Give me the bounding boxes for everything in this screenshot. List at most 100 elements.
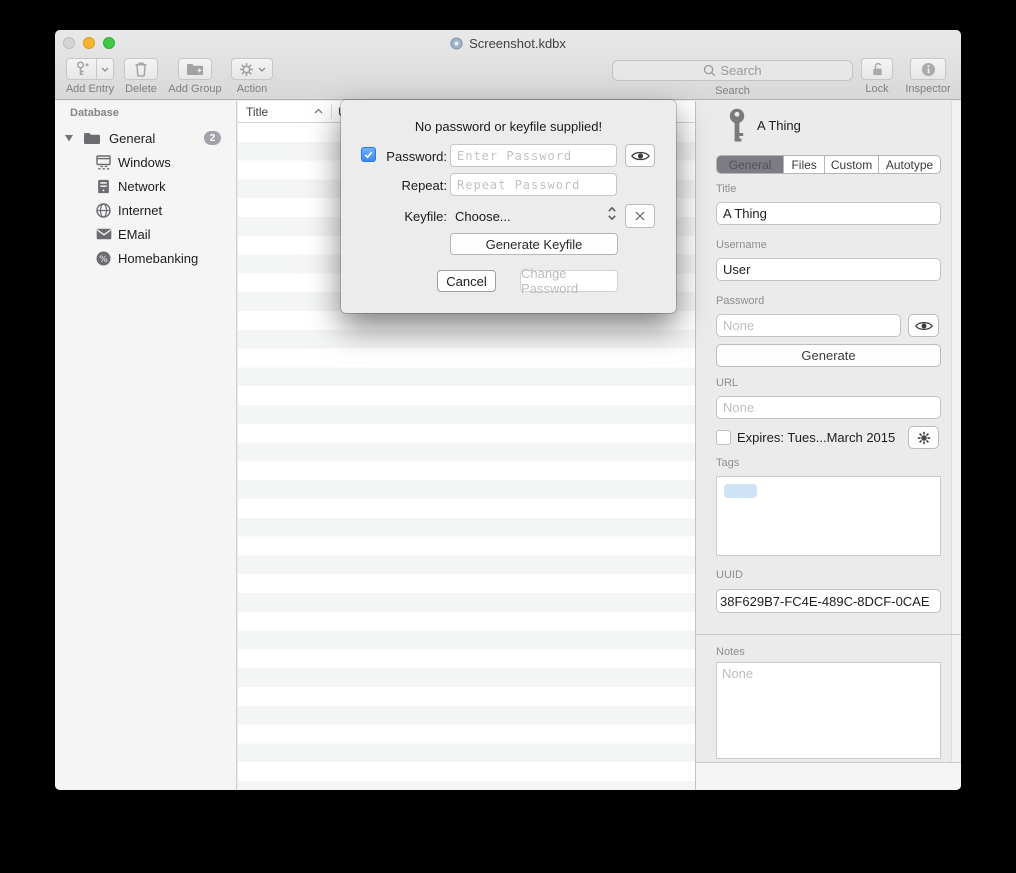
tab-general[interactable]: General [717, 156, 784, 173]
change-password-dialog: No password or keyfile supplied! Passwor… [341, 100, 676, 313]
username-field-label: Username [716, 239, 767, 251]
document-icon [450, 37, 463, 50]
gear-icon [917, 431, 931, 445]
dialog-keyfile-label: Keyfile: [371, 209, 447, 224]
add-group-button[interactable] [178, 58, 212, 80]
search-icon [703, 64, 716, 77]
svg-text:%: % [99, 254, 108, 264]
tags-label: Tags [716, 457, 739, 469]
dialog-password-label: Password: [371, 149, 447, 164]
notes-field[interactable] [716, 662, 941, 759]
disclosure-triangle-icon[interactable] [64, 134, 74, 142]
password-field-label: Password [716, 295, 764, 307]
generate-keyfile-button[interactable]: Generate Keyfile [450, 233, 618, 255]
uuid-label: UUID [716, 569, 743, 581]
close-x-icon [634, 210, 646, 222]
inspector-divider [696, 634, 961, 635]
expires-settings-button[interactable] [908, 426, 939, 449]
tab-custom[interactable]: Custom [825, 156, 879, 173]
generate-password-button[interactable]: Generate [716, 344, 941, 367]
title-field-label: Title [716, 183, 736, 195]
keyfile-popup[interactable]: Choose... [455, 209, 511, 224]
sidebar-item-network[interactable]: Network [55, 174, 236, 198]
dialog-repeat-input[interactable] [450, 173, 617, 196]
expires-label: Expires: Tues...March 2015 [737, 430, 895, 445]
sidebar-item-label: Internet [118, 203, 162, 218]
inspector-label: Inspector [905, 83, 950, 95]
sidebar-item-internet[interactable]: Internet [55, 198, 236, 222]
lock-label: Lock [865, 83, 888, 95]
sidebar-item-label: Windows [118, 155, 171, 170]
add-entry-item: Add Entry [63, 58, 117, 95]
gear-icon [239, 62, 254, 77]
sidebar: Database General 2 [55, 101, 237, 790]
tag-token [724, 484, 757, 498]
inspector-item: Inspector [895, 58, 961, 95]
tab-autotype[interactable]: Autotype [879, 156, 940, 173]
expires-checkbox[interactable] [716, 430, 731, 445]
titlebar[interactable]: Screenshot.kdbx [55, 30, 961, 56]
delete-button[interactable] [124, 58, 158, 80]
chevron-down-icon [101, 67, 109, 72]
cancel-button[interactable]: Cancel [437, 270, 496, 292]
delete-label: Delete [125, 83, 157, 95]
sidebar-item-homebanking[interactable]: % Homebanking [55, 246, 236, 270]
username-field[interactable] [716, 258, 941, 281]
dialog-message: No password or keyfile supplied! [341, 119, 676, 134]
dialog-repeat-label: Repeat: [371, 178, 447, 193]
change-password-button[interactable]: Change Password [520, 270, 618, 292]
inspector-scrollbar[interactable] [951, 101, 961, 762]
trash-icon [134, 61, 148, 77]
window-title-area: Screenshot.kdbx [55, 30, 961, 56]
inspector-footer [696, 763, 961, 790]
show-password-button[interactable] [908, 314, 939, 337]
eye-icon [915, 320, 933, 332]
uuid-field[interactable] [716, 589, 941, 613]
delete-item: Delete [117, 58, 165, 95]
column-header-title[interactable]: Title [246, 105, 268, 119]
sidebar-item-label: Network [118, 179, 166, 194]
sidebar-item-windows[interactable]: Windows [55, 150, 236, 174]
folder-icon [83, 132, 101, 145]
server-icon [97, 179, 110, 194]
tab-files[interactable]: Files [784, 156, 825, 173]
window-header: Screenshot.kdbx [55, 30, 961, 100]
cancel-label: Cancel [446, 274, 486, 289]
inspector-button[interactable] [910, 58, 946, 80]
action-item: Action [217, 58, 287, 95]
search-placeholder: Search [720, 63, 761, 78]
search-label: Search [612, 85, 853, 97]
window-title: Screenshot.kdbx [469, 36, 566, 51]
screenshot-stage: Screenshot.kdbx [0, 0, 1016, 873]
sidebar-section-header: Database [70, 107, 119, 119]
folder-plus-icon [186, 63, 204, 76]
unlock-icon [870, 62, 885, 77]
envelope-icon [96, 228, 112, 240]
sidebar-item-label: General [109, 131, 155, 146]
entry-title-heading: A Thing [757, 118, 801, 133]
url-field[interactable] [716, 396, 941, 419]
sidebar-item-email[interactable]: EMail [55, 222, 236, 246]
group-count-badge: 2 [204, 131, 221, 145]
sidebar-item-label: Homebanking [118, 251, 198, 266]
action-button[interactable] [231, 58, 273, 80]
lock-button[interactable] [861, 58, 893, 80]
stepper-icon[interactable] [607, 205, 617, 222]
percent-icon: % [96, 251, 111, 266]
dialog-show-password-button[interactable] [625, 144, 655, 167]
search-input[interactable]: Search [612, 60, 853, 81]
password-field[interactable] [716, 314, 901, 337]
dialog-password-input[interactable] [450, 144, 617, 167]
add-entry-label: Add Entry [66, 83, 114, 95]
sidebar-item-general[interactable]: General 2 [55, 126, 236, 150]
add-entry-button[interactable] [66, 58, 114, 80]
column-divider[interactable] [331, 104, 332, 119]
action-label: Action [237, 83, 268, 95]
key-plus-icon [74, 61, 89, 77]
chevron-down-icon [258, 67, 266, 72]
generate-keyfile-label: Generate Keyfile [486, 237, 583, 252]
tags-field[interactable] [716, 476, 941, 556]
add-group-label: Add Group [168, 83, 221, 95]
clear-keyfile-button[interactable] [625, 204, 655, 228]
title-field[interactable] [716, 202, 941, 225]
